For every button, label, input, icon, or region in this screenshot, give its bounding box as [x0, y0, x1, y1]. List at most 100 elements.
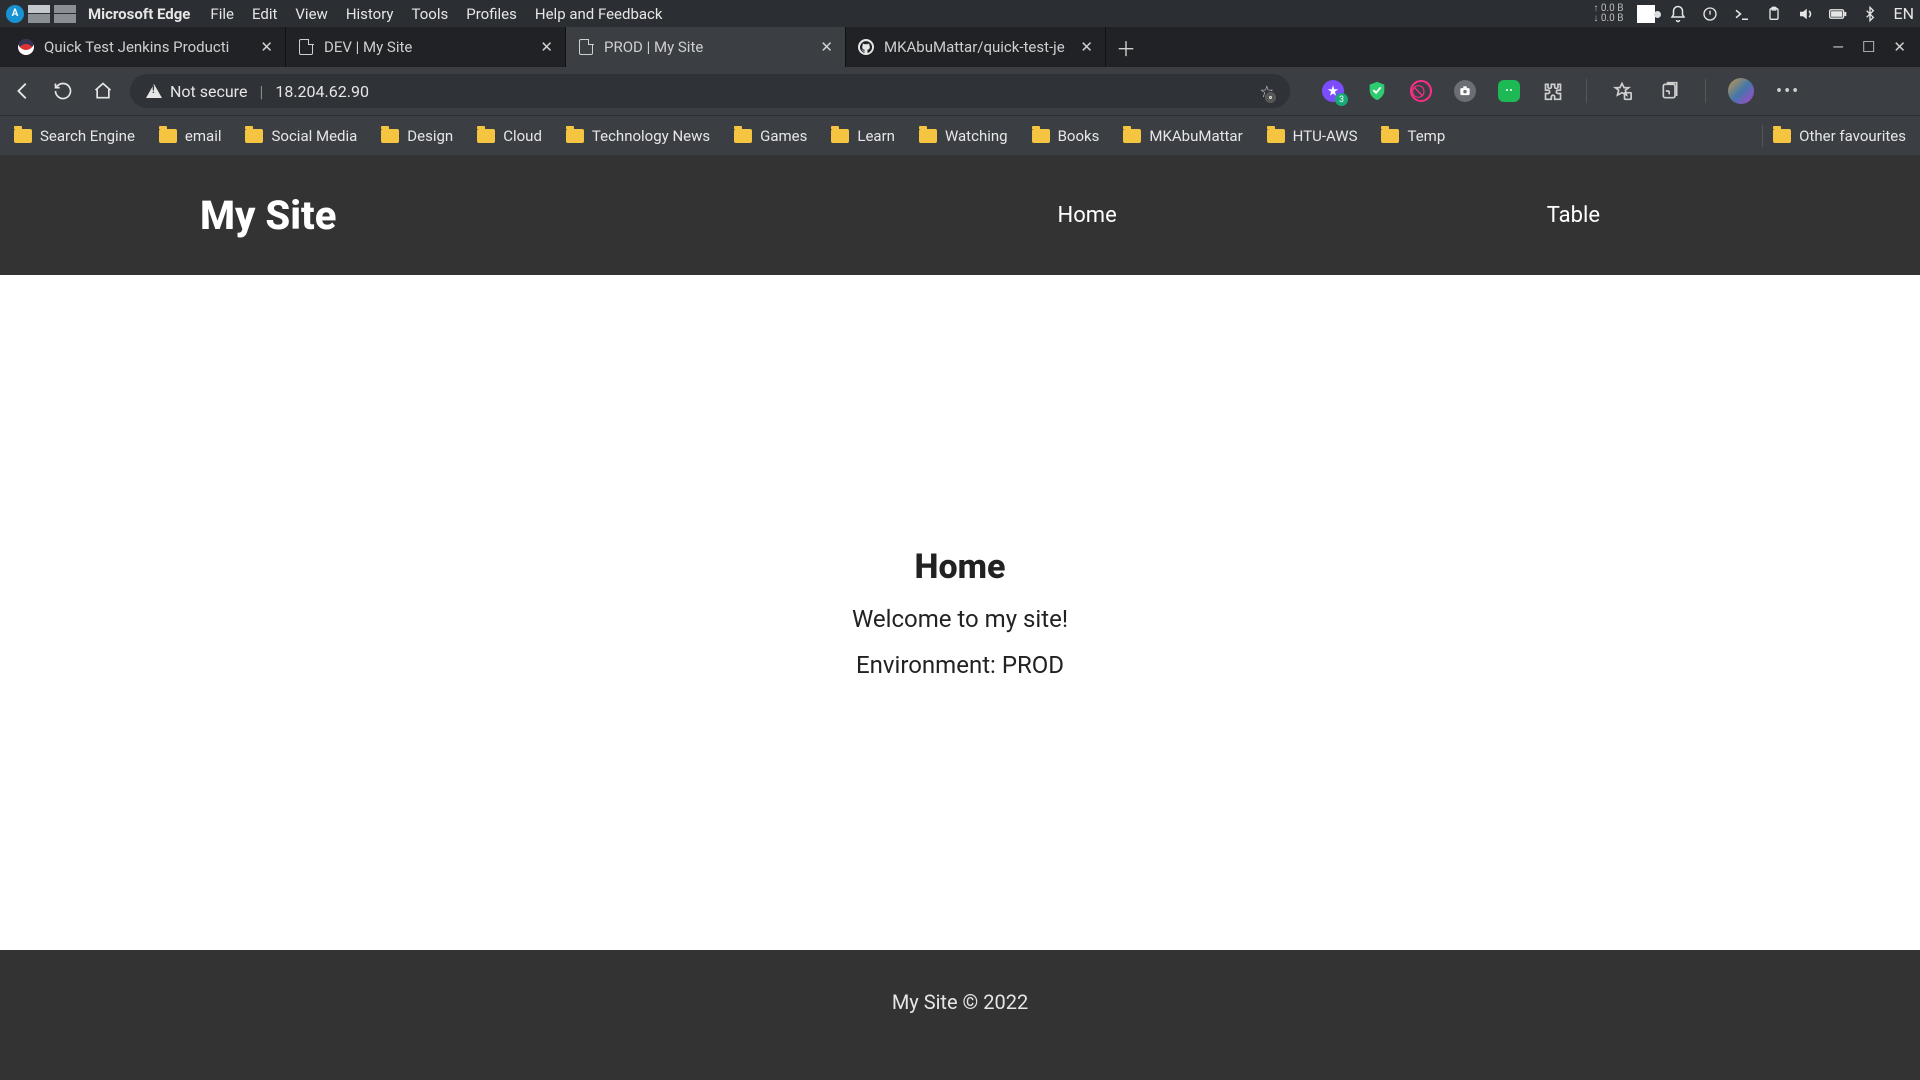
close-icon[interactable]: ✕ [820, 38, 833, 56]
page-icon [299, 39, 313, 55]
collections-button[interactable] [1657, 78, 1683, 104]
bookmark-folder[interactable]: email [159, 127, 222, 145]
app-name: Microsoft Edge [88, 5, 190, 23]
power-icon[interactable] [1701, 5, 1719, 23]
menu-edit[interactable]: Edit [252, 5, 277, 23]
close-window-button[interactable]: ✕ [1893, 38, 1906, 56]
tab-strip: Quick Test Jenkins Producti ✕ DEV | My S… [0, 27, 1920, 67]
bluetooth-icon[interactable] [1861, 5, 1879, 23]
site-footer: My Site © 2022 [0, 950, 1920, 1080]
bookmark-folder[interactable]: MKAbuMattar [1123, 127, 1242, 145]
close-icon[interactable]: ✕ [1080, 38, 1093, 56]
security-status[interactable]: Not secure [146, 82, 247, 101]
bookmark-folder[interactable]: Design [381, 127, 453, 145]
folder-icon [919, 129, 937, 143]
workspace-switcher-icon[interactable] [28, 5, 50, 23]
footer-text: My Site © 2022 [892, 990, 1028, 1014]
keyboard-lang[interactable]: EN [1893, 4, 1914, 23]
site-body: Home Welcome to my site! Environment: PR… [0, 275, 1920, 950]
tab-label: PROD | My Site [604, 38, 810, 56]
menu-profiles[interactable]: Profiles [466, 5, 517, 23]
clipboard-icon[interactable] [1765, 5, 1783, 23]
bookmark-label: Design [407, 127, 453, 145]
bookmark-folder[interactable]: Cloud [477, 127, 542, 145]
not-secure-label: Not secure [170, 82, 247, 101]
tab-label: DEV | My Site [324, 38, 530, 56]
bookmarks-bar: Search Engine email Social Media Design … [0, 115, 1920, 155]
tray-app-icon[interactable] [1637, 5, 1655, 23]
separator: | [259, 82, 263, 101]
terminal-icon[interactable] [1733, 5, 1751, 23]
menu-file[interactable]: File [210, 5, 234, 23]
other-favourites[interactable]: Other favourites [1773, 127, 1906, 145]
folder-icon [734, 129, 752, 143]
os-icons: A [6, 5, 76, 23]
github-icon [858, 39, 874, 55]
nav-link-home[interactable]: Home [1058, 203, 1117, 228]
volume-icon[interactable] [1797, 5, 1815, 23]
window-controls: — ☐ ✕ [1818, 27, 1920, 67]
tab-jenkins[interactable]: Quick Test Jenkins Producti ✕ [6, 27, 286, 67]
site-brand[interactable]: My Site [200, 192, 336, 239]
bookmark-folder[interactable]: Games [734, 127, 807, 145]
menu-history[interactable]: History [346, 5, 394, 23]
close-icon[interactable]: ✕ [260, 38, 273, 56]
folder-icon [1773, 129, 1791, 143]
folder-icon [477, 129, 495, 143]
refresh-button[interactable] [50, 78, 76, 104]
bookmark-label: email [185, 127, 222, 145]
nav-link-table[interactable]: Table [1547, 203, 1600, 228]
menu-view[interactable]: View [295, 5, 327, 23]
bookmark-folder[interactable]: Books [1032, 127, 1100, 145]
folder-icon [14, 129, 32, 143]
app-menu: File Edit View History Tools Profiles He… [210, 5, 662, 23]
minimize-button[interactable]: — [1832, 38, 1844, 56]
folder-icon [381, 129, 399, 143]
address-bar[interactable]: Not secure | 18.204.62.90 ☆ [130, 74, 1290, 108]
extensions-menu-icon[interactable] [1542, 80, 1564, 102]
noscript-extension-icon[interactable]: ⃠ [1410, 80, 1432, 102]
browser-toolbar: Not secure | 18.204.62.90 ☆ ⃠ [0, 67, 1920, 115]
folder-icon [1267, 129, 1285, 143]
close-icon[interactable]: ✕ [540, 38, 553, 56]
workspace-switcher-icon[interactable] [54, 5, 76, 23]
back-button[interactable] [10, 78, 36, 104]
battery-icon[interactable] [1829, 5, 1847, 23]
adguard-extension-icon[interactable] [1366, 80, 1388, 102]
net-down: 0.0 B [1593, 14, 1623, 24]
notifications-icon[interactable] [1669, 5, 1687, 23]
privacy-extension-icon[interactable] [1498, 80, 1520, 102]
jenkins-icon [18, 39, 34, 55]
folder-icon [1381, 129, 1399, 143]
bookmark-label: MKAbuMattar [1149, 127, 1242, 145]
bookmark-label: Games [760, 127, 807, 145]
page-icon [579, 39, 593, 55]
bookmark-folder[interactable]: Learn [831, 127, 895, 145]
separator [1762, 125, 1763, 147]
home-button[interactable] [90, 78, 116, 104]
profile-avatar[interactable] [1728, 78, 1754, 104]
menu-tools[interactable]: Tools [412, 5, 449, 23]
bookmark-folder[interactable]: Search Engine [14, 127, 135, 145]
page-viewport: My Site Home Table Home Welcome to my si… [0, 155, 1920, 1080]
bookmark-label: Social Media [271, 127, 357, 145]
bookmark-folder[interactable]: Technology News [566, 127, 710, 145]
tab-github[interactable]: MKAbuMattar/quick-test-je ✕ [846, 27, 1106, 67]
bookmark-folder[interactable]: Watching [919, 127, 1008, 145]
more-menu-button[interactable]: ••• [1776, 81, 1800, 102]
bookmark-folder[interactable]: Temp [1381, 127, 1445, 145]
menu-help[interactable]: Help and Feedback [535, 5, 663, 23]
bookmark-folder[interactable]: Social Media [245, 127, 357, 145]
folder-icon [566, 129, 584, 143]
bookmark-folder[interactable]: HTU-AWS [1267, 127, 1358, 145]
network-rate: 0.0 B 0.0 B [1593, 4, 1623, 24]
tab-dev[interactable]: DEV | My Site ✕ [286, 27, 566, 67]
site-navbar: My Site Home Table [0, 155, 1920, 275]
screenshot-extension-icon[interactable] [1454, 80, 1476, 102]
tab-prod[interactable]: PROD | My Site ✕ [566, 27, 846, 67]
new-tab-button[interactable]: ＋ [1106, 27, 1146, 67]
favorite-star-icon[interactable]: ☆ [1260, 82, 1274, 101]
favorites-button[interactable] [1609, 78, 1635, 104]
rewards-extension-icon[interactable] [1322, 80, 1344, 102]
maximize-button[interactable]: ☐ [1862, 38, 1875, 56]
